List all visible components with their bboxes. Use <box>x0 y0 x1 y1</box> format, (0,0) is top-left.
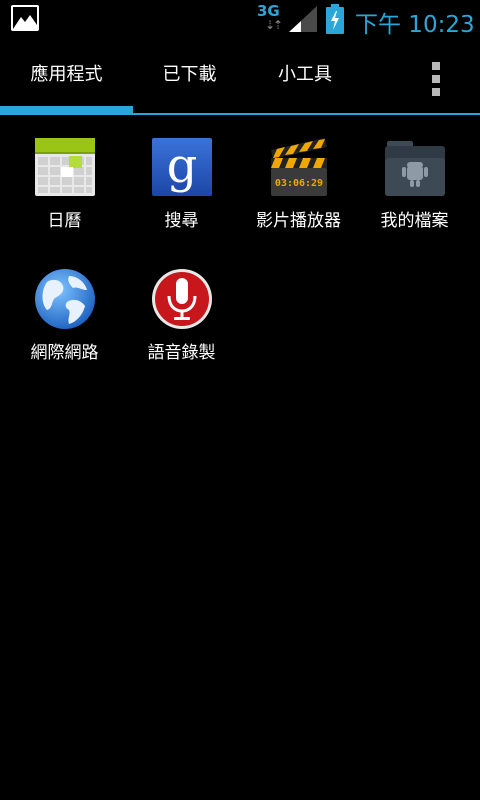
tab-bar: 應用程式 已下載 小工具 <box>0 40 480 116</box>
app-label-calendar: 日曆 <box>47 211 82 231</box>
tab-widgets[interactable]: 小工具 <box>246 40 364 110</box>
app-label-search: 搜尋 <box>164 211 199 231</box>
app-label-voice-recorder: 語音錄製 <box>147 343 216 363</box>
app-label-internet: 網際網路 <box>30 343 99 363</box>
signal-strength-icon <box>289 6 317 32</box>
clock: 下午 10:23 <box>355 12 475 38</box>
calendar-icon <box>35 138 95 196</box>
svg-text:g: g <box>167 138 198 194</box>
my-files-folder-icon <box>385 141 445 196</box>
overflow-dot <box>432 62 440 70</box>
overflow-menu-button[interactable] <box>420 58 454 98</box>
data-activity-icon: ⇣⇡ <box>265 18 283 32</box>
tab-underline <box>0 113 480 115</box>
tab-downloaded[interactable]: 已下載 <box>133 40 246 110</box>
overflow-dot <box>432 75 440 83</box>
google-search-icon: g <box>152 138 212 196</box>
globe-icon <box>35 269 95 329</box>
status-bar: 3G ⇣⇡ 下午 10:23 <box>0 0 480 38</box>
video-player-icon: 03:06:29 <box>271 138 327 196</box>
app-label-video-player: 影片播放器 <box>256 211 341 231</box>
tab-apps[interactable]: 應用程式 <box>0 40 133 110</box>
app-label-my-files: 我的檔案 <box>380 211 449 231</box>
microphone-icon <box>152 269 212 329</box>
overflow-dot <box>432 88 440 96</box>
gallery-notification-icon <box>11 5 39 31</box>
battery-charging-icon <box>326 4 344 34</box>
video-timecode-text: 03:06:29 <box>275 178 323 189</box>
